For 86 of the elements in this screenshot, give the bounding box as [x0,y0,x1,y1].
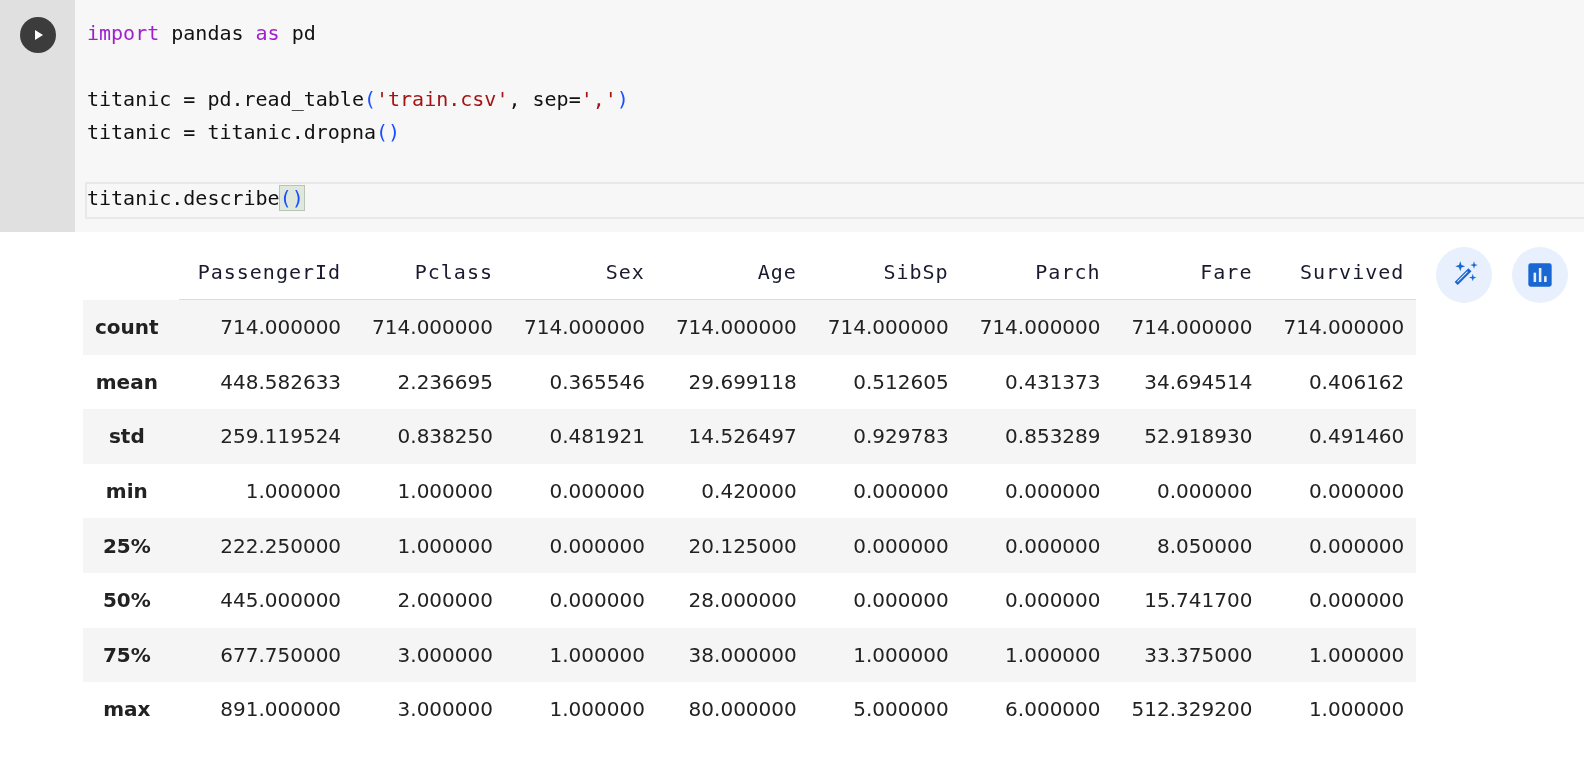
table-cell: 0.420000 [656,463,809,519]
row-label: 75% [83,627,179,683]
table-cell: 714.000000 [656,299,809,355]
code-line: titanic = titanic.dropna() [87,119,402,146]
table-cell: 6.000000 [960,682,1113,737]
bar-chart-icon [1526,261,1555,289]
table-cell: 0.000000 [960,518,1113,573]
table-cell: 3.000000 [353,627,505,683]
column-header: Age [656,245,809,300]
column-header: PassengerId [178,245,354,300]
table-cell: 0.838250 [353,409,505,464]
table-cell: 714.000000 [505,299,657,355]
code-line: import pandas as pd [87,20,317,47]
table-cell: 29.699118 [656,354,809,410]
table-cell: 677.750000 [178,627,354,683]
table-cell: 38.000000 [656,627,809,683]
table-cell: 0.000000 [808,518,961,573]
column-header: SibSp [808,245,961,300]
row-label: std [83,409,179,464]
table-cell: 0.000000 [1112,463,1265,519]
table-cell: 1.000000 [960,627,1113,683]
column-header: Pclass [353,245,505,300]
run-button[interactable] [19,17,56,53]
table-cell: 1.000000 [353,518,505,573]
table-cell: 512.329200 [1112,682,1265,737]
table-cell: 1.000000 [1264,627,1417,683]
row-label: count [83,299,179,355]
table-cell: 0.481921 [505,409,657,464]
column-header: Fare [1112,245,1265,300]
row-label: mean [83,354,179,410]
table-cell: 0.929783 [808,409,961,464]
column-header: Sex [505,245,657,300]
table-cell: 0.512605 [808,354,961,410]
table-cell: 0.853289 [960,409,1113,464]
table-cell: 52.918930 [1112,409,1265,464]
table-cell: 0.000000 [505,518,657,573]
table-cell: 80.000000 [656,682,809,737]
column-header: Parch [960,245,1113,300]
code-line: titanic = pd.read_table('train.csv', sep=',') [87,86,630,113]
table-cell: 20.125000 [656,518,809,573]
table-cell: 0.365546 [505,354,657,410]
row-label: 25% [83,518,179,573]
table-cell: 0.406162 [1264,354,1417,410]
table-cell: 448.582633 [178,354,354,410]
table-cell: 3.000000 [353,682,505,737]
table-cell: 259.119524 [178,409,354,464]
table-cell: 0.000000 [960,463,1113,519]
table-cell: 0.000000 [808,463,961,519]
table-cell: 714.000000 [1112,299,1265,355]
table-cell: 14.526497 [656,409,809,464]
table-cell: 1.000000 [505,682,657,737]
table-cell: 1.000000 [808,627,961,683]
table-cell: 15.741700 [1112,572,1265,628]
table-cell: 1.000000 [178,463,354,519]
table-cell: 5.000000 [808,682,961,737]
table-cell: 0.000000 [960,572,1113,628]
table-cell: 0.000000 [505,572,657,628]
row-label: max [83,682,179,737]
table-cell: 1.000000 [353,463,505,519]
table-cell: 0.431373 [960,354,1113,410]
table-cell: 714.000000 [960,299,1113,355]
table-cell: 714.000000 [353,299,505,355]
table-cell: 0.000000 [1264,463,1417,519]
table-cell: 33.375000 [1112,627,1265,683]
table-cell: 445.000000 [178,572,354,628]
table-cell: 714.000000 [808,299,961,355]
table-cell: 2.236695 [353,354,505,410]
row-label: min [83,463,179,519]
table-cell: 0.000000 [1264,572,1417,628]
table-cell: 0.000000 [808,572,961,628]
row-label: 50% [83,572,179,628]
table-cell: 1.000000 [1264,682,1417,737]
table-cell: 0.491460 [1264,409,1417,464]
table-cell: 8.050000 [1112,518,1265,573]
code-line: titanic.describe() [85,182,1584,219]
table-cell: 34.694514 [1112,354,1265,410]
table-cell: 714.000000 [1264,299,1417,355]
table-cell: 714.000000 [178,299,354,355]
table-cell: 222.250000 [178,518,354,573]
table-cell: 0.000000 [505,463,657,519]
table-cell: 1.000000 [505,627,657,683]
table-cell: 891.000000 [178,682,354,737]
column-header: Survived [1264,245,1417,300]
table-cell: 2.000000 [353,572,505,628]
table-cell: 0.000000 [1264,518,1417,573]
table-cell: 28.000000 [656,572,809,628]
